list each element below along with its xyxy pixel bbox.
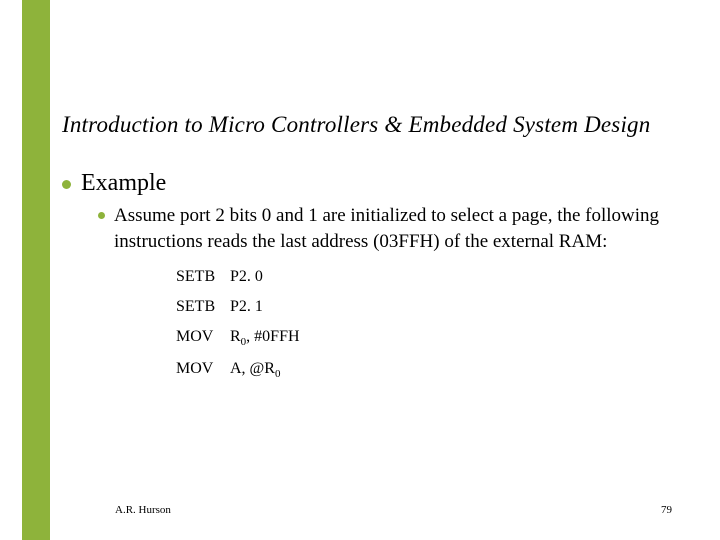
bullet-level-2-text: Assume port 2 bits 0 and 1 are initializ…: [114, 203, 662, 254]
slide-title: Introduction to Micro Controllers & Embe…: [62, 112, 650, 138]
mnemonic: SETB: [176, 298, 230, 316]
operand: P2. 0: [230, 268, 263, 285]
code-block: SETBP2. 0 SETBP2. 1 MOVR0, #0FFH MOVA, @…: [176, 268, 662, 380]
bullet-level-1: Example: [62, 170, 662, 197]
bullet-level-1-text: Example: [81, 170, 166, 197]
mnemonic: MOV: [176, 360, 230, 378]
operand: R0, #0FFH: [230, 328, 300, 345]
footer-page-number: 79: [661, 504, 672, 516]
operand: A, @R0: [230, 360, 280, 377]
mnemonic: MOV: [176, 328, 230, 346]
accent-bar: [22, 0, 50, 540]
slide-content: Example Assume port 2 bits 0 and 1 are i…: [62, 170, 662, 393]
code-line: MOVR0, #0FFH: [176, 328, 662, 348]
bullet-dot-icon: [62, 180, 71, 189]
mnemonic: SETB: [176, 268, 230, 286]
code-line: SETBP2. 1: [176, 298, 662, 316]
bullet-dot-icon: [98, 212, 105, 219]
code-line: SETBP2. 0: [176, 268, 662, 286]
bullet-level-2: Assume port 2 bits 0 and 1 are initializ…: [98, 203, 662, 254]
operand: P2. 1: [230, 298, 263, 315]
code-line: MOVA, @R0: [176, 360, 662, 380]
footer-author: A.R. Hurson: [115, 504, 171, 516]
